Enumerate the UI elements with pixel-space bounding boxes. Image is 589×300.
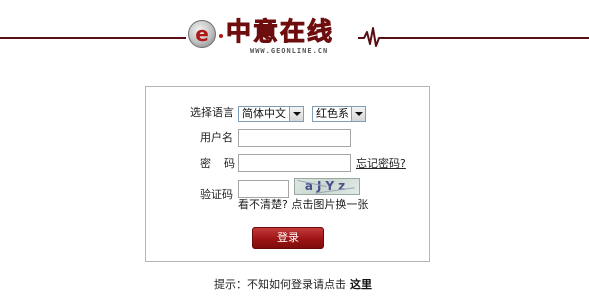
forgot-password-link[interactable]: 忘记密码?	[356, 157, 406, 171]
brand-name: 中意在线	[225, 17, 335, 47]
password-label-part1: 密	[200, 157, 211, 170]
password-input[interactable]	[238, 154, 351, 172]
language-select[interactable]: 简体中文	[238, 106, 304, 122]
brand-dot	[219, 34, 223, 38]
login-help-tip: 提示：不知如何登录请点击 这里	[214, 278, 372, 292]
brand-url: WWW.GEONLINE.CN	[250, 47, 329, 55]
brand-logo-glyph: e	[195, 22, 209, 46]
login-button[interactable]: 登录	[252, 227, 324, 249]
header-line-right	[382, 37, 589, 39]
tip-text: 提示：不知如何登录请点击	[214, 278, 346, 291]
chevron-down-icon[interactable]	[351, 107, 365, 121]
brand-logo-icon: e	[188, 20, 216, 48]
theme-selected-value: 红色系	[316, 107, 349, 120]
header: e 中意在线 WWW.GEONLINE.CN	[0, 0, 589, 68]
captcha-refresh-hint[interactable]: 看不清楚? 点击图片换一张	[238, 198, 368, 212]
captcha-input[interactable]	[238, 180, 289, 198]
username-input[interactable]	[238, 129, 351, 147]
chevron-down-icon[interactable]	[289, 107, 303, 121]
theme-select[interactable]: 红色系	[312, 106, 366, 122]
login-panel: 选择语言 简体中文 红色系 用户名 密 码 忘记密码? 验证码 aJYz 看不清…	[145, 86, 430, 262]
language-label: 选择语言	[190, 106, 234, 119]
header-line-left	[0, 37, 186, 39]
captcha-label: 验证码	[200, 188, 233, 201]
username-label: 用户名	[200, 131, 233, 144]
captcha-image[interactable]: aJYz	[294, 178, 360, 195]
password-label-part2: 码	[224, 157, 235, 170]
help-here-link[interactable]: 这里	[350, 278, 372, 291]
language-selected-value: 简体中文	[242, 107, 286, 120]
